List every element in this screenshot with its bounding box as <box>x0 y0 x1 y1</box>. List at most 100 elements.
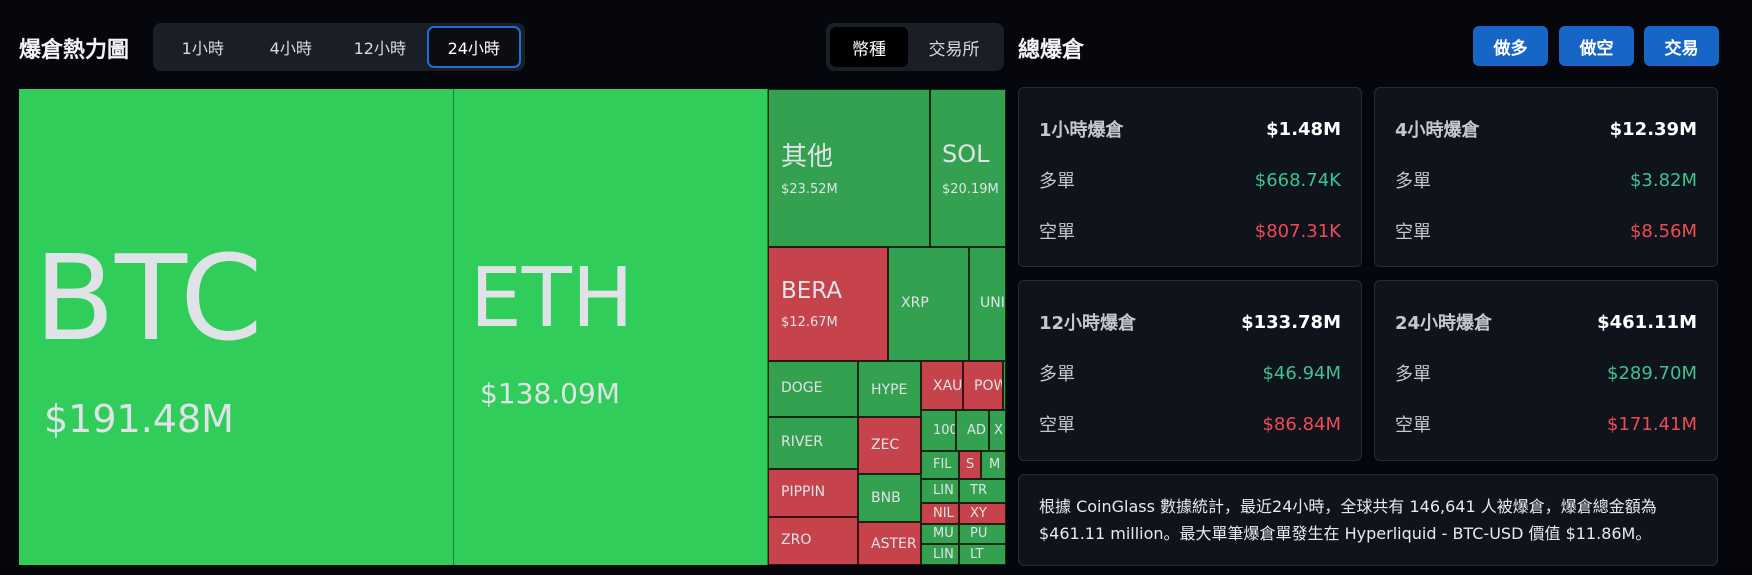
treemap-tile-fil[interactable]: FIL <box>921 451 959 479</box>
tile-value: $20.19M <box>942 182 999 197</box>
tile-name: XAU <box>933 378 963 394</box>
stat-card-24h: 24小時爆倉 $461.11M 多單 $289.70M 空單 $171.41M <box>1374 280 1718 461</box>
short-label: 空單 <box>1395 222 1431 243</box>
short-label: 空單 <box>1395 415 1431 436</box>
treemap-tile-link[interactable]: LIN <box>921 479 959 503</box>
treemap-tile-eth[interactable]: ETH $138.09M <box>454 89 768 565</box>
treemap-tile-sol[interactable]: SOL $20.19M <box>930 89 1006 247</box>
time-range-tabs: 1小時 4小時 12小時 24小時 <box>153 23 525 71</box>
tile-name: MU <box>933 526 954 541</box>
short-label: 空單 <box>1039 222 1075 243</box>
tab-12h[interactable]: 12小時 <box>333 26 426 68</box>
long-label: 多單 <box>1395 171 1431 192</box>
tile-name: RIVER <box>781 434 824 450</box>
card-title: 1小時爆倉 <box>1039 120 1124 141</box>
treemap-tile-lt[interactable]: LT <box>959 544 1006 565</box>
treemap-tile-other[interactable]: 其他 $23.52M <box>768 89 930 247</box>
treemap-tile-aster[interactable]: ASTER <box>858 522 921 565</box>
group-by-tabs: 幣種 交易所 <box>826 23 1004 71</box>
summary-line-2: $461.11 million。最大單筆爆倉單發生在 Hyperliquid -… <box>1039 524 1652 543</box>
treemap-tile-zro[interactable]: ZRO <box>768 517 858 565</box>
short-value: $807.31K <box>1254 220 1341 242</box>
tile-name: TR <box>970 483 987 498</box>
tile-name: X <box>994 423 1003 438</box>
tile-name: UNI <box>980 295 1005 311</box>
tile-name: LIN <box>933 483 954 498</box>
tile-name: PIPPIN <box>781 484 826 500</box>
treemap-tile-xau[interactable]: XAU <box>921 361 963 410</box>
tile-value: $23.52M <box>781 182 838 197</box>
long-value: $668.74K <box>1254 169 1341 191</box>
treemap-tile-btc[interactable]: BTC $191.48M <box>19 89 454 565</box>
tab-24h[interactable]: 24小時 <box>426 26 521 68</box>
tile-value: $138.09M <box>480 377 620 410</box>
treemap-tile-m[interactable]: M <box>981 451 1006 479</box>
tile-name: PU <box>970 526 988 541</box>
card-total: $1.48M <box>1266 118 1341 140</box>
short-button[interactable]: 做空 <box>1559 26 1634 66</box>
tile-name: 其他 <box>781 142 834 172</box>
treemap-tile-x[interactable]: X <box>989 410 1006 451</box>
tile-value: $12.67M <box>781 315 838 330</box>
short-value: $8.56M <box>1629 220 1697 242</box>
treemap-tile-pippin[interactable]: PIPPIN <box>768 469 858 517</box>
tile-name: POW <box>974 378 1002 394</box>
treemap-tile-xy[interactable]: XY <box>959 503 1006 524</box>
treemap-tile-s[interactable]: S <box>959 451 981 479</box>
long-value: $289.70M <box>1607 362 1697 384</box>
tile-name: ETH <box>470 251 634 346</box>
card-total: $461.11M <box>1597 311 1697 333</box>
summary-line-1: 根據 CoinGlass 數據統計，最近24小時，全球共有 146,641 人被… <box>1039 497 1657 516</box>
treemap-tile-doge[interactable]: DOGE <box>768 361 858 417</box>
long-value: $46.94M <box>1262 362 1341 384</box>
treemap-tile-lin2[interactable]: LIN <box>921 544 959 565</box>
heatmap-title: 爆倉熱力圖 <box>19 38 130 63</box>
short-label: 空單 <box>1039 415 1075 436</box>
tile-name: BNB <box>871 490 901 506</box>
treemap-tile-river[interactable]: RIVER <box>768 417 858 469</box>
treemap-tile-100[interactable]: 100 <box>921 410 956 451</box>
treemap-tile-pow[interactable]: POW <box>963 361 1003 410</box>
treemap-tile-zec[interactable]: ZEC <box>858 417 921 474</box>
treemap-tile-xrp[interactable]: XRP <box>888 247 969 361</box>
tile-name: ZEC <box>871 437 900 453</box>
long-value: $3.82M <box>1629 169 1697 191</box>
tile-name: ASTER <box>871 536 917 552</box>
tile-name: XRP <box>901 295 929 311</box>
treemap-tile-hype[interactable]: HYPE <box>858 361 921 417</box>
card-total: $133.78M <box>1241 311 1341 333</box>
treemap-tile-small[interactable] <box>1003 361 1006 410</box>
tab-1h[interactable]: 1小時 <box>157 26 249 68</box>
tab-4h[interactable]: 4小時 <box>249 26 334 68</box>
card-title: 12小時爆倉 <box>1039 313 1137 334</box>
treemap-tile-tr[interactable]: TR <box>959 479 1006 503</box>
tile-name: SOL <box>942 140 990 168</box>
trade-button[interactable]: 交易 <box>1644 26 1719 66</box>
treemap-tile-ad[interactable]: AD <box>956 410 989 451</box>
treemap-tile-bera[interactable]: BERA $12.67M <box>768 247 888 361</box>
tile-name: LIN <box>933 547 954 562</box>
treemap-tile-pu[interactable]: PU <box>959 524 1006 544</box>
liquidation-treemap: BTC $191.48M ETH $138.09M 其他 $23.52M SOL… <box>19 89 1006 565</box>
treemap-tile-mu[interactable]: MU <box>921 524 959 544</box>
treemap-tile-uni[interactable]: UNI <box>969 247 1006 361</box>
stat-card-12h: 12小時爆倉 $133.78M 多單 $46.94M 空單 $86.84M <box>1018 280 1362 461</box>
tab-exchange[interactable]: 交易所 <box>908 27 1000 67</box>
stat-card-1h: 1小時爆倉 $1.48M 多單 $668.74K 空單 $807.31K <box>1018 87 1362 267</box>
short-value: $86.84M <box>1262 413 1341 435</box>
long-button[interactable]: 做多 <box>1473 26 1548 66</box>
long-label: 多單 <box>1395 364 1431 385</box>
tile-name: XY <box>970 506 987 521</box>
total-liquidation-title: 總爆倉 <box>1018 38 1085 63</box>
card-title: 4小時爆倉 <box>1395 120 1480 141</box>
tile-name: ZRO <box>781 532 812 548</box>
long-label: 多單 <box>1039 171 1075 192</box>
tile-name: 100 <box>933 423 956 438</box>
treemap-tile-nil[interactable]: NIL <box>921 503 959 524</box>
liquidation-summary: 根據 CoinGlass 數據統計，最近24小時，全球共有 146,641 人被… <box>1018 474 1718 566</box>
tile-name: BERA <box>781 278 843 304</box>
tab-coin[interactable]: 幣種 <box>830 27 908 67</box>
tile-name: HYPE <box>871 382 908 398</box>
treemap-tile-bnb[interactable]: BNB <box>858 474 921 522</box>
stat-card-4h: 4小時爆倉 $12.39M 多單 $3.82M 空單 $8.56M <box>1374 87 1718 267</box>
